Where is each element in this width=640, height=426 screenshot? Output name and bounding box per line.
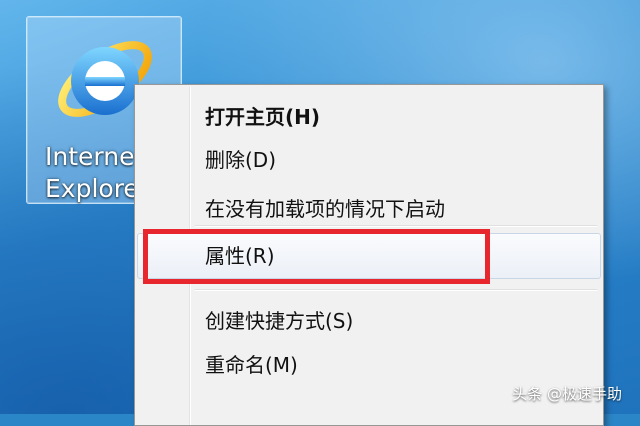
- menu-item-delete[interactable]: 删除(D): [137, 140, 601, 180]
- annotation-highlight-box: [143, 229, 490, 284]
- menu-item-rename[interactable]: 重命名(M): [137, 345, 601, 385]
- menu-separator: [195, 225, 597, 227]
- menu-item-create-shortcut[interactable]: 创建快捷方式(S): [137, 301, 601, 341]
- watermark: 头条 @极速手助: [512, 385, 622, 403]
- menu-item-open-homepage[interactable]: 打开主页(H): [137, 97, 601, 137]
- menu-separator: [195, 289, 597, 291]
- menu-item-start-without-addons[interactable]: 在没有加载项的情况下启动: [137, 189, 601, 229]
